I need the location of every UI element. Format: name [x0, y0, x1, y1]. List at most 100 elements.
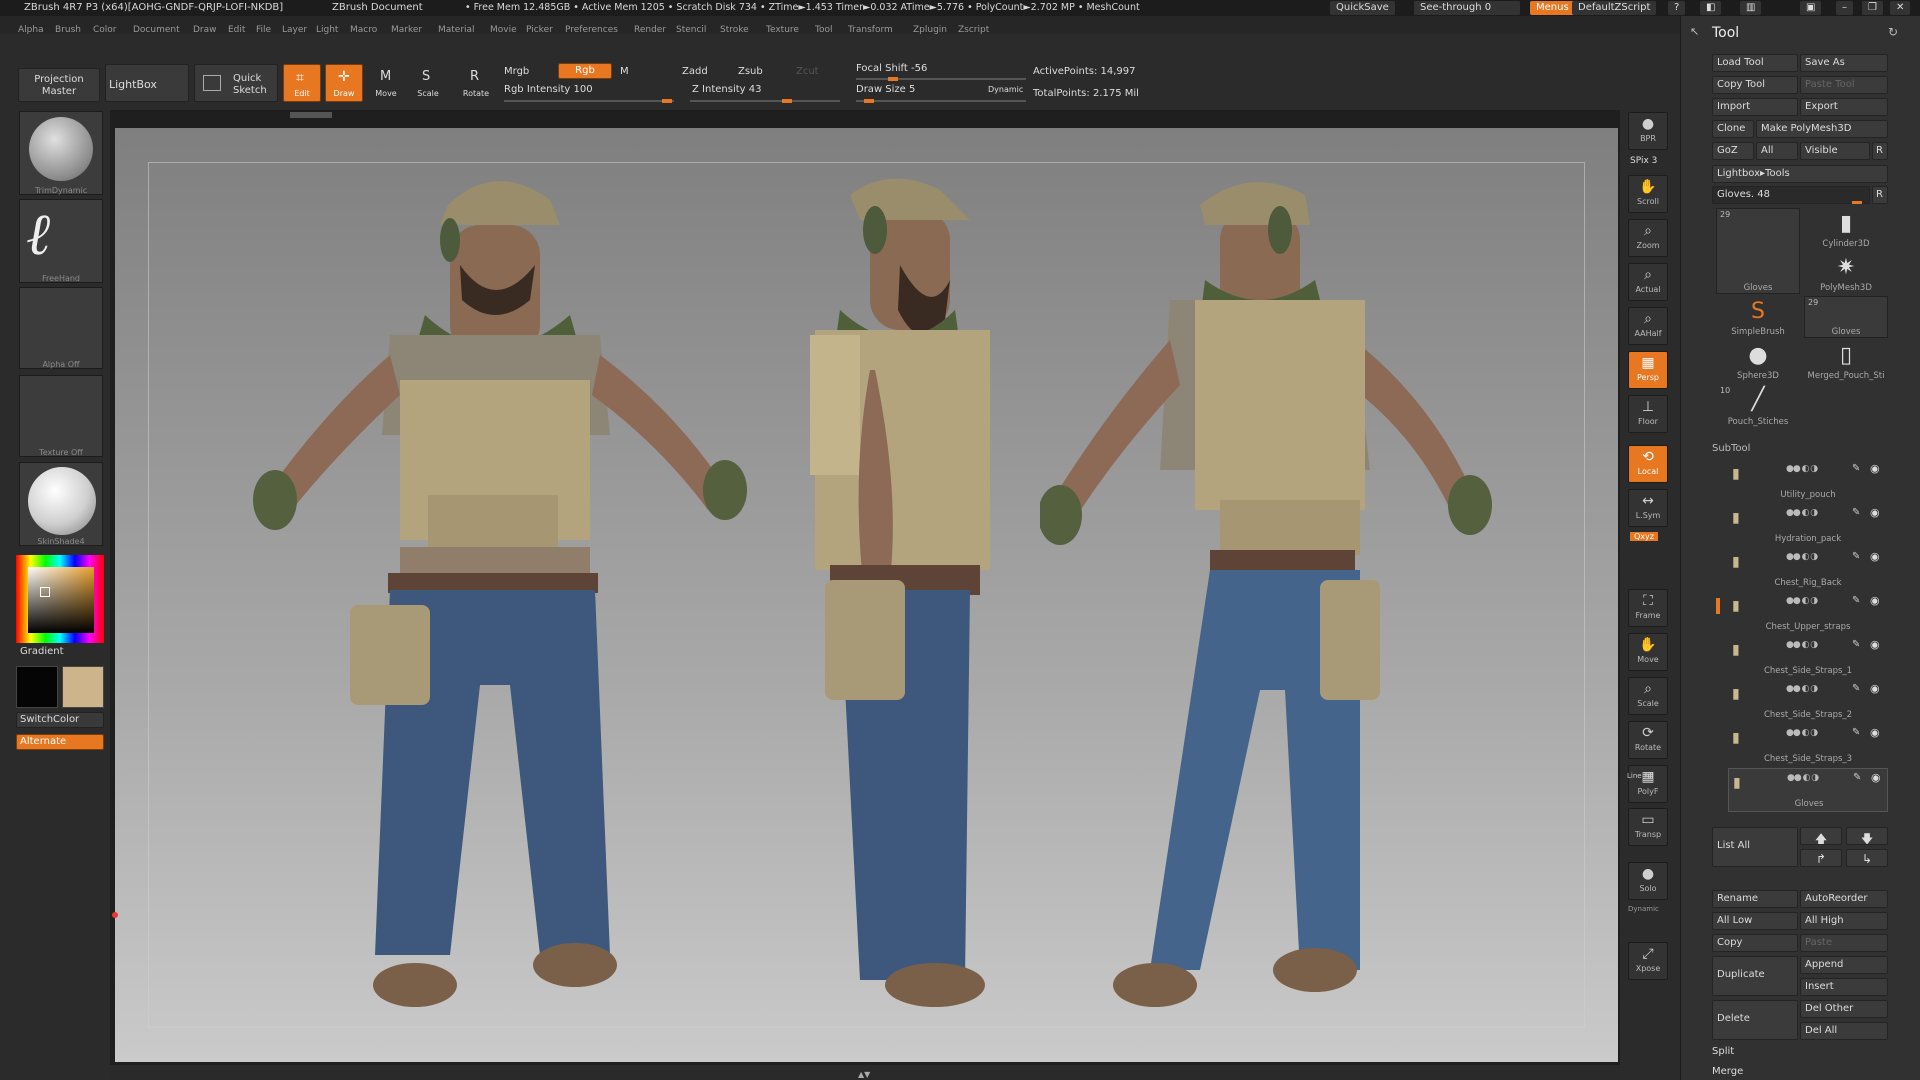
rename-button[interactable]: Rename	[1712, 890, 1798, 908]
gradient-label[interactable]: Gradient	[20, 646, 64, 657]
make-polymesh-button[interactable]: Make PolyMesh3D	[1756, 120, 1888, 138]
subtool-visibility-icon[interactable]: ◉	[1870, 726, 1880, 739]
switchcolor-button[interactable]: SwitchColor	[16, 712, 104, 728]
tool-thumb-cylinder3d[interactable]: ▮ Cylinder3D	[1804, 208, 1888, 250]
paste-tool-button[interactable]: Paste Tool	[1800, 76, 1888, 94]
character-side-view[interactable]	[780, 170, 1010, 1030]
clone-button[interactable]: Clone	[1712, 120, 1754, 138]
subtool-row[interactable]: ▮ ●● ◐ ◑ ✎ ◉ Chest_Rig_Back	[1728, 548, 1888, 592]
projection-master-button[interactable]: Projection Master	[18, 68, 100, 102]
canvas-scroll-handle[interactable]	[290, 112, 332, 118]
main-color-swatch[interactable]	[16, 666, 58, 708]
lock-icon[interactable]: ▣	[1800, 1, 1822, 15]
color-picker[interactable]	[16, 555, 104, 643]
import-button[interactable]: Import	[1712, 98, 1798, 116]
alternate-button[interactable]: Alternate	[16, 734, 104, 750]
z-intensity-knob[interactable]	[782, 99, 792, 103]
layout-prev-icon[interactable]: ◧	[1700, 1, 1722, 15]
all-high-button[interactable]: All High	[1800, 912, 1888, 930]
zadd-button[interactable]: Zadd	[682, 66, 708, 77]
subtool-toggle-icon[interactable]: ●● ◐ ◑	[1786, 640, 1818, 650]
lightbox-tools-button[interactable]: Lightbox▸Tools	[1712, 165, 1888, 183]
insert-button[interactable]: Insert	[1800, 978, 1888, 996]
focal-shift-knob[interactable]	[888, 77, 898, 81]
move-down-right-icon[interactable]: ↳	[1846, 849, 1888, 867]
minimize-icon[interactable]: –	[1836, 1, 1853, 15]
subtool-visibility-icon[interactable]: ◉	[1870, 594, 1880, 607]
spix-slider[interactable]: SPix 3	[1630, 156, 1657, 166]
character-front-view[interactable]	[250, 165, 790, 1035]
duplicate-button[interactable]: Duplicate	[1712, 956, 1798, 996]
rgb-intensity-slider[interactable]: Rgb Intensity 100	[504, 84, 593, 95]
dynamic-toggle[interactable]: Dynamic	[988, 85, 1023, 94]
current-tool-slider-knob[interactable]	[1852, 201, 1862, 204]
goz-all-button[interactable]: All	[1756, 142, 1798, 160]
persp-button[interactable]: ▦ Persp	[1628, 351, 1668, 389]
current-tool-slider[interactable]: Gloves. 48	[1712, 186, 1870, 204]
goz-visible-button[interactable]: Visible	[1800, 142, 1870, 160]
zsub-button[interactable]: Zsub	[738, 66, 763, 77]
load-tool-button[interactable]: Load Tool	[1712, 54, 1798, 72]
alpha-thumbnail[interactable]: Alpha Off	[19, 287, 103, 369]
goz-button[interactable]: GoZ	[1712, 142, 1754, 160]
tool-menu-icon[interactable]: ↖	[1690, 25, 1699, 38]
autoreorder-button[interactable]: AutoReorder	[1800, 890, 1888, 908]
subtool-toggle-icon[interactable]: ●● ◐ ◑	[1786, 464, 1818, 474]
transp-button[interactable]: ▭ Transp	[1628, 808, 1668, 846]
stroke-thumbnail[interactable]: ℓ FreeHand	[19, 199, 103, 283]
solo-button[interactable]: ● Solo	[1628, 862, 1668, 900]
subtool-polypaint-icon[interactable]: ✎	[1852, 639, 1860, 650]
goz-r-button[interactable]: R	[1872, 142, 1888, 160]
draw-size-slider[interactable]: Draw Size 5	[856, 84, 915, 95]
save-as-button[interactable]: Save As	[1800, 54, 1888, 72]
subtool-row[interactable]: ▮ ●● ◐ ◑ ✎ ◉ Chest_Upper_straps	[1728, 592, 1888, 636]
subtool-header[interactable]: SubTool	[1712, 443, 1892, 455]
secondary-color-swatch[interactable]	[62, 666, 104, 708]
edit-button[interactable]: ⌗ Edit	[283, 64, 321, 102]
tool-thumb-gloves[interactable]: 29 Gloves	[1716, 208, 1800, 294]
subtool-polypaint-icon[interactable]: ✎	[1852, 727, 1860, 738]
rotate-button[interactable]: ⟳ Rotate	[1628, 721, 1668, 759]
delete-button[interactable]: Delete	[1712, 1000, 1798, 1040]
draw-button[interactable]: ✛ Draw	[325, 64, 363, 102]
close-icon[interactable]: ✕	[1890, 1, 1911, 15]
move-button[interactable]: ✋ Move	[1628, 633, 1668, 671]
m-button[interactable]: M	[620, 66, 629, 77]
menus-button[interactable]: Menus	[1530, 1, 1575, 15]
frame-button[interactable]: ⛶ Frame	[1628, 589, 1668, 627]
subtool-row[interactable]: ▮ ●● ◐ ◑ ✎ ◉ Utility_pouch	[1728, 460, 1888, 504]
subtool-visibility-icon[interactable]: ◉	[1870, 682, 1880, 695]
default-zscript-button[interactable]: DefaultZScript	[1572, 1, 1657, 15]
brush-thumbnail[interactable]: TrimDynamic	[19, 111, 103, 195]
see-through-slider[interactable]: See-through 0	[1414, 1, 1520, 15]
polyf-button[interactable]: ▦ PolyF	[1628, 765, 1668, 803]
subtool-visibility-icon[interactable]: ◉	[1870, 462, 1880, 475]
subtool-toggle-icon[interactable]: ●● ◐ ◑	[1787, 773, 1819, 783]
subtool-polypaint-icon[interactable]: ✎	[1852, 595, 1860, 606]
subtool-toggle-icon[interactable]: ●● ◐ ◑	[1786, 596, 1818, 606]
l-sym-button[interactable]: ↔ L.Sym	[1628, 489, 1668, 527]
draw-size-knob[interactable]	[864, 99, 874, 103]
rgb-intensity-knob[interactable]	[662, 99, 672, 103]
zcut-button[interactable]: Zcut	[796, 66, 819, 77]
subtool-row[interactable]: ▮ ●● ◐ ◑ ✎ ◉ Chest_Side_Straps_2	[1728, 680, 1888, 724]
character-back-view[interactable]	[1040, 170, 1500, 1030]
subtool-row[interactable]: ▮ ●● ◐ ◑ ✎ ◉ Chest_Side_Straps_3	[1728, 724, 1888, 768]
export-button[interactable]: Export	[1800, 98, 1888, 116]
tool-thumb-gloves[interactable]: 29 Gloves	[1804, 296, 1888, 338]
quicksave-button[interactable]: QuickSave	[1330, 1, 1395, 15]
restore-icon[interactable]: ❐	[1862, 1, 1883, 15]
del-other-button[interactable]: Del Other	[1800, 1000, 1888, 1018]
xyz-symmetry-button[interactable]: Qxyz	[1630, 532, 1658, 541]
move-up-right-icon[interactable]: ↱	[1800, 849, 1842, 867]
focal-shift-slider[interactable]: Focal Shift -56	[856, 63, 927, 74]
move-down-icon[interactable]: 🡇	[1846, 827, 1888, 845]
subtool-polypaint-icon[interactable]: ✎	[1853, 772, 1861, 783]
layout-icon[interactable]: ▥	[1740, 1, 1762, 15]
tool-thumb-pouch-stiches[interactable]: ╱ 10 Pouch_Stiches	[1716, 384, 1800, 428]
subtool-visibility-icon[interactable]: ◉	[1870, 550, 1880, 563]
move-up-icon[interactable]: 🡅	[1800, 827, 1842, 845]
subtool-row[interactable]: ▮ ●● ◐ ◑ ✎ ◉ Hydration_pack	[1728, 504, 1888, 548]
scale-button[interactable]: S Scale	[409, 64, 447, 102]
tool-thumb-merged-pouch-sti[interactable]: ▯ Merged_Pouch_Sti	[1804, 340, 1888, 382]
